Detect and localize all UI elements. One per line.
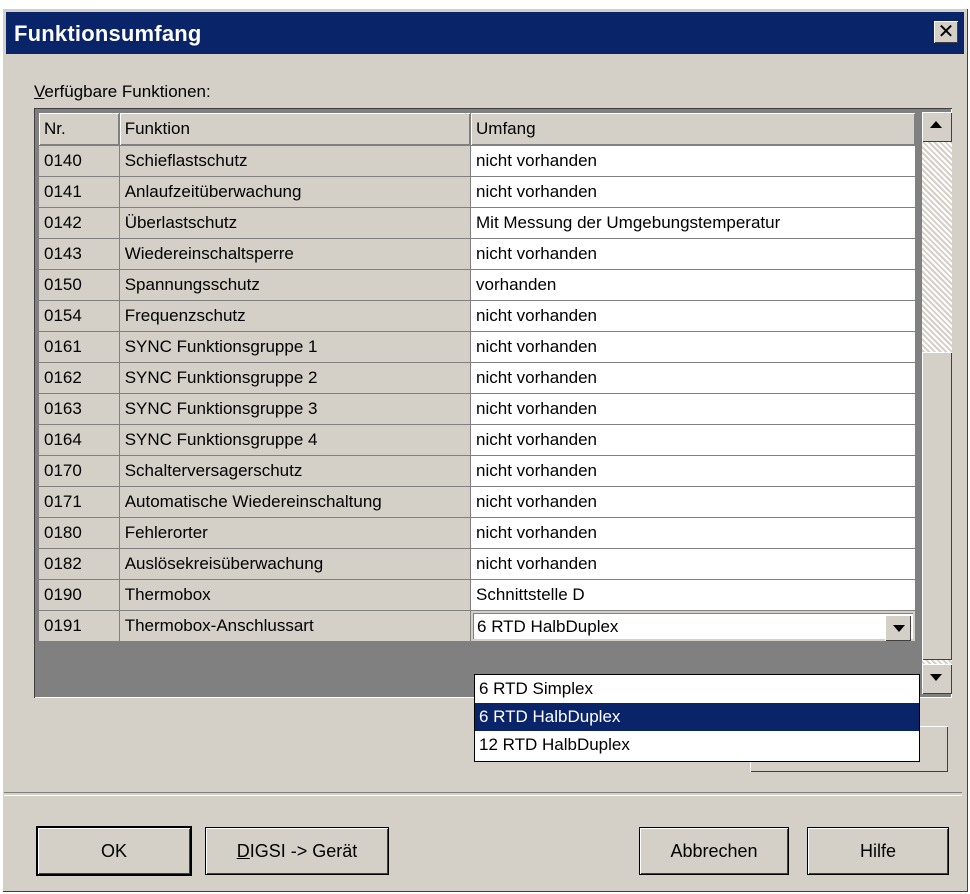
cell-nr: 0163 [38, 393, 120, 425]
arrow-down-icon [930, 674, 942, 681]
table-row[interactable]: 0164 SYNC Funktionsgruppe 4 nicht vorhande… [38, 424, 916, 456]
title-bar[interactable]: Funktionsumfang ✕ [6, 12, 964, 54]
table-row[interactable]: 0161 SYNC Funktionsgruppe 1 nicht vorhande… [38, 331, 916, 363]
cell-funktion: Thermobox [118, 579, 472, 611]
cell-nr: 0143 [38, 238, 120, 270]
table-row[interactable]: 0150 Spannungsschutz vorhanden [38, 269, 916, 301]
cell-umfang[interactable]: nicht vorhanden [470, 517, 916, 549]
table-row[interactable]: 0182 Auslösekreisüberwachung nicht vorhand… [38, 548, 916, 580]
cell-funktion: Wiedereinschaltsperre [118, 238, 472, 270]
available-functions-label: Verfügbare Funktionen: [34, 82, 211, 101]
cell-umfang[interactable]: nicht vorhanden [470, 486, 916, 518]
table-row[interactable]: 0191 Thermobox-Anschlussart 6 RTD HalbDupl… [38, 610, 916, 642]
cell-umfang[interactable]: nicht vorhanden [470, 331, 916, 363]
functions-table: Nr. Funktion Umfang 0140 Schieflastschutz… [38, 112, 916, 642]
table-row[interactable]: 0162 SYNC Funktionsgruppe 2 nicht vorhande… [38, 362, 916, 394]
table-row[interactable]: 0180 Fehlerorter nicht vorhanden [38, 517, 916, 549]
dropdown-options-list[interactable]: 6 RTD Simplex 6 RTD HalbDuplex 12 RTD Halb… [474, 674, 920, 762]
cell-funktion: Spannungsschutz [118, 269, 472, 301]
cancel-button[interactable]: Abbrechen [640, 828, 788, 874]
window-title: Funktionsumfang [14, 21, 202, 46]
cell-umfang[interactable]: nicht vorhanden [470, 238, 916, 270]
table-header-row: Nr. Funktion Umfang [38, 112, 916, 146]
cell-nr: 0171 [38, 486, 120, 518]
cell-nr: 0180 [38, 517, 120, 549]
cell-nr: 0142 [38, 207, 120, 239]
table-row[interactable]: 0190 Thermobox Schnittstelle D [38, 579, 916, 611]
functions-table-frame: Nr. Funktion Umfang 0140 Schieflastschutz… [34, 108, 952, 698]
dropdown-option[interactable]: 6 RTD Simplex [475, 675, 919, 703]
digsi-to-device-button[interactable]: DIGSI -> Gerät [206, 828, 388, 874]
cell-nr: 0164 [38, 424, 120, 456]
dropdown-option[interactable]: 6 RTD HalbDuplex [475, 703, 919, 731]
cell-umfang[interactable]: Schnittstelle D [470, 579, 916, 611]
cell-umfang[interactable]: nicht vorhanden [470, 393, 916, 425]
cell-funktion: Anlaufzeitüberwachung [118, 176, 472, 208]
chevron-down-icon [893, 625, 905, 632]
close-button[interactable]: ✕ [934, 21, 958, 43]
cell-umfang[interactable]: Mit Messung der Umgebungstemperatur [470, 207, 916, 239]
table-row[interactable]: 0171 Automatische Wiedereinschaltung nicht… [38, 486, 916, 518]
cell-nr: 0161 [38, 331, 120, 363]
combobox-arrow-button[interactable] [885, 615, 911, 641]
cell-funktion: Fehlerorter [118, 517, 472, 549]
cell-funktion: Schieflastschutz [118, 145, 472, 177]
close-icon: ✕ [937, 21, 955, 43]
cell-nr: 0140 [38, 145, 120, 177]
table-row[interactable]: 0142 Überlastschutz Mit Messung der Umgebu… [38, 207, 916, 239]
cell-nr: 0150 [38, 269, 120, 301]
scroll-thumb[interactable] [922, 352, 952, 660]
cell-nr: 0154 [38, 300, 120, 332]
cell-umfang[interactable]: nicht vorhanden [470, 145, 916, 177]
cell-nr: 0162 [38, 362, 120, 394]
separator [4, 792, 962, 796]
cell-umfang[interactable]: vorhanden [470, 269, 916, 301]
cell-funktion: Automatische Wiedereinschaltung [118, 486, 472, 518]
cell-funktion: Thermobox-Anschlussart [118, 610, 472, 642]
cell-funktion: SYNC Funktionsgruppe 4 [118, 424, 472, 456]
column-header-nr[interactable]: Nr. [38, 112, 120, 146]
cell-funktion: Überlastschutz [118, 207, 472, 239]
cell-umfang[interactable]: nicht vorhanden [470, 300, 916, 332]
cell-nr: 0141 [38, 176, 120, 208]
cell-funktion: SYNC Funktionsgruppe 3 [118, 393, 472, 425]
scroll-up-button[interactable] [922, 112, 952, 142]
combobox-value: 6 RTD HalbDuplex [477, 617, 619, 636]
table-row[interactable]: 0143 Wiedereinschaltsperre nicht vorhanden [38, 238, 916, 270]
cell-nr: 0191 [38, 610, 120, 642]
cell-nr: 0190 [38, 579, 120, 611]
cell-umfang[interactable]: nicht vorhanden [470, 362, 916, 394]
cell-funktion: SYNC Funktionsgruppe 1 [118, 331, 472, 363]
table-row[interactable]: 0141 Anlaufzeitüberwachung nicht vorhanden [38, 176, 916, 208]
ok-button[interactable]: OK [38, 828, 190, 874]
cell-umfang[interactable]: nicht vorhanden [470, 455, 916, 487]
scroll-down-button[interactable] [922, 664, 952, 694]
cell-funktion: Schalterversagerschutz [118, 455, 472, 487]
table-row[interactable]: 0163 SYNC Funktionsgruppe 3 nicht vorhande… [38, 393, 916, 425]
cell-funktion: Frequenzschutz [118, 300, 472, 332]
cell-funktion: SYNC Funktionsgruppe 2 [118, 362, 472, 394]
cell-umfang[interactable]: nicht vorhanden [470, 176, 916, 208]
table-row[interactable]: 0154 Frequenzschutz nicht vorhanden [38, 300, 916, 332]
cell-funktion: Auslösekreisüberwachung [118, 548, 472, 580]
cell-nr: 0182 [38, 548, 120, 580]
cell-nr: 0170 [38, 455, 120, 487]
column-header-funktion[interactable]: Funktion [118, 112, 472, 146]
column-header-umfang[interactable]: Umfang [470, 112, 916, 146]
vertical-scrollbar[interactable] [922, 112, 952, 694]
dropdown-option[interactable]: 12 RTD HalbDuplex [475, 731, 919, 759]
arrow-up-icon [930, 121, 942, 128]
help-button[interactable]: Hilfe [808, 828, 948, 874]
cell-umfang[interactable]: nicht vorhanden [470, 548, 916, 580]
cell-umfang[interactable]: nicht vorhanden [470, 424, 916, 456]
thermobox-type-combobox[interactable]: 6 RTD HalbDuplex [473, 613, 913, 641]
table-row[interactable]: 0140 Schieflastschutz nicht vorhanden [38, 145, 916, 177]
cell-umfang[interactable]: 6 RTD HalbDuplex [470, 610, 916, 642]
table-row[interactable]: 0170 Schalterversagerschutz nicht vorhande… [38, 455, 916, 487]
